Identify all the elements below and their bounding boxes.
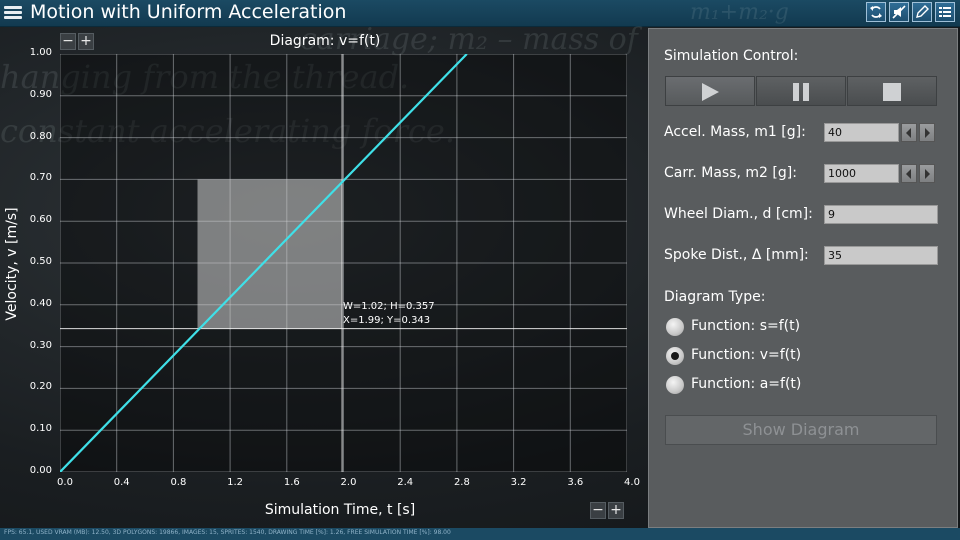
accel-mass-field[interactable]: 40 bbox=[824, 123, 899, 142]
mute-icon[interactable] bbox=[889, 2, 909, 22]
y-zoom-controls: − + bbox=[60, 33, 94, 50]
y-tick-label: 1.00 bbox=[29, 47, 52, 58]
accel-mass-increase-icon[interactable] bbox=[919, 123, 935, 142]
selection-position-text: X=1.99; Y=0.343 bbox=[343, 315, 431, 326]
radio-v-function[interactable] bbox=[666, 347, 684, 365]
selection-readout: W=1.02; H=0.357 X=1.99; Y=0.343 bbox=[343, 300, 435, 328]
spoke-dist-field[interactable]: 35 bbox=[824, 246, 938, 265]
y-tick-label: 0.20 bbox=[29, 381, 52, 393]
reset-icon[interactable] bbox=[866, 2, 886, 22]
x-tick-label: 1.6 bbox=[283, 477, 300, 488]
x-zoom-out-button[interactable]: − bbox=[590, 502, 606, 519]
radio-v-function-label[interactable]: Function: v=f(t) bbox=[691, 347, 801, 363]
carr-mass-increase-icon[interactable] bbox=[919, 164, 935, 183]
playback-controls bbox=[665, 76, 937, 106]
y-tick-label: 0.00 bbox=[29, 465, 52, 476]
y-zoom-out-button[interactable]: − bbox=[60, 33, 76, 50]
radio-a-function[interactable] bbox=[666, 376, 684, 394]
y-tick-label: 0.30 bbox=[29, 339, 52, 351]
selection-size-text: W=1.02; H=0.357 bbox=[343, 301, 435, 312]
edit-icon[interactable] bbox=[912, 2, 932, 22]
show-diagram-button[interactable]: Show Diagram bbox=[665, 415, 937, 445]
x-tick-label: 4.0 bbox=[624, 477, 640, 488]
carr-mass-label: Carr. Mass, m2 [g]: bbox=[664, 165, 797, 181]
y-tick-label: 0.90 bbox=[29, 88, 52, 100]
wheel-diam-label: Wheel Diam., d [cm]: bbox=[664, 206, 813, 222]
simulation-control-label: Simulation Control: bbox=[664, 48, 799, 64]
x-tick-label: 0.8 bbox=[170, 477, 187, 488]
y-zoom-in-button[interactable]: + bbox=[78, 33, 94, 50]
list-icon[interactable] bbox=[935, 2, 955, 22]
chart-svg bbox=[60, 54, 627, 472]
x-zoom-controls: − + bbox=[590, 502, 624, 519]
stop-button[interactable] bbox=[847, 76, 937, 106]
y-axis-label: Velocity, v [m/s] bbox=[4, 207, 20, 321]
app-title: Motion with Uniform Acceleration bbox=[30, 1, 347, 23]
plot-area[interactable] bbox=[60, 54, 627, 472]
radio-selected-dot bbox=[671, 352, 679, 360]
x-tick-label: 2.0 bbox=[340, 477, 357, 488]
radio-s-function-label[interactable]: Function: s=f(t) bbox=[691, 318, 800, 334]
wheel-diam-field[interactable]: 9 bbox=[824, 205, 938, 224]
background-hint: m₁+m₂·g bbox=[690, 0, 789, 25]
radio-a-function-label[interactable]: Function: a=f(t) bbox=[691, 376, 801, 392]
carr-mass-decrease-icon[interactable] bbox=[901, 164, 917, 183]
x-axis-label: Simulation Time, t [s] bbox=[264, 502, 416, 518]
diagram-type-label: Diagram Type: bbox=[664, 289, 766, 305]
pause-button[interactable] bbox=[756, 76, 846, 106]
y-tick-label: 0.10 bbox=[29, 423, 52, 435]
x-tick-label: 1.2 bbox=[227, 477, 244, 488]
status-bar: FPS: 65.1, USED VRAM (MB): 12.50, 3D POL… bbox=[0, 528, 960, 540]
hamburger-menu-icon[interactable] bbox=[4, 4, 22, 22]
play-button[interactable] bbox=[665, 76, 755, 106]
x-tick-label: 0.0 bbox=[57, 477, 73, 488]
x-tick-label: 2.4 bbox=[397, 477, 414, 488]
control-panel: Simulation Control: Accel. Mass, m1 [g]:… bbox=[648, 28, 958, 528]
chart-title: Diagram: v=f(t) bbox=[269, 33, 381, 49]
x-tick-label: 3.6 bbox=[567, 477, 584, 488]
status-text: FPS: 65.1, USED VRAM (MB): 12.50, 3D POL… bbox=[4, 529, 451, 536]
y-tick-label: 0.70 bbox=[29, 172, 52, 184]
x-zoom-in-button[interactable]: + bbox=[608, 502, 624, 519]
radio-s-function[interactable] bbox=[666, 318, 684, 336]
x-tick-label: 0.4 bbox=[113, 477, 130, 488]
spoke-dist-label: Spoke Dist., Δ [mm]: bbox=[664, 247, 809, 263]
accel-mass-decrease-icon[interactable] bbox=[901, 123, 917, 142]
carr-mass-field[interactable]: 1000 bbox=[824, 164, 899, 183]
selection-rectangle bbox=[197, 179, 343, 329]
x-tick-label: 3.2 bbox=[510, 477, 527, 488]
y-tick-label: 0.80 bbox=[29, 130, 52, 142]
x-tick-label: 2.8 bbox=[453, 477, 470, 488]
accel-mass-label: Accel. Mass, m1 [g]: bbox=[664, 124, 806, 140]
